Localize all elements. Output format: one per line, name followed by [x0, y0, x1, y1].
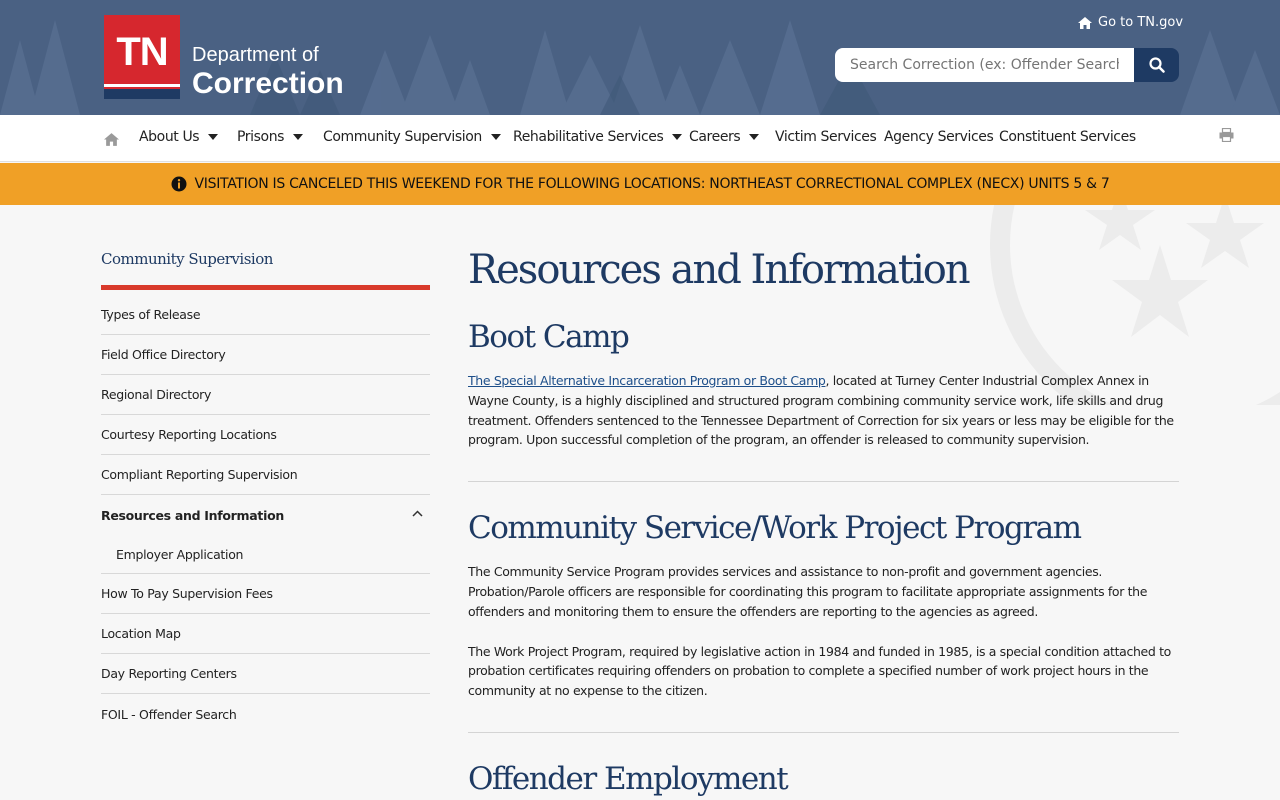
sidebar-item-label: Employer Application — [116, 546, 244, 562]
community-service-paragraph: The Community Service Program provides s… — [468, 564, 1148, 619]
search-input[interactable] — [835, 48, 1134, 82]
sidebar-item-label: Courtesy Reporting Locations — [101, 427, 277, 442]
search-icon — [1148, 57, 1165, 73]
nav-about-us-label: About Us — [139, 129, 200, 145]
print-button[interactable] — [1219, 127, 1234, 146]
section-heading-boot-camp: Boot Camp — [468, 319, 630, 355]
site-logo[interactable]: TN Department of Correction — [104, 15, 344, 99]
goto-tn-gov-label: Go to TN.gov — [1098, 15, 1184, 30]
department-name-line1: Department of — [192, 44, 319, 66]
nav-community-supervision-label: Community Supervision — [323, 129, 482, 145]
nav-careers[interactable]: Careers — [689, 129, 760, 145]
nav-victim-services-label: Victim Services — [775, 129, 877, 145]
boot-camp-link[interactable]: The Special Alternative Incarceration Pr… — [468, 373, 826, 388]
nav-rehabilitative-services-label: Rehabilitative Services — [513, 129, 664, 145]
section-heading-community-service: Community Service/Work Project Program — [468, 510, 1082, 547]
boot-camp-paragraph: The Special Alternative Incarceration Pr… — [468, 371, 1179, 450]
sidebar-item-label: Regional Directory — [101, 387, 212, 402]
sidebar-item-field-office-directory[interactable]: Field Office Directory — [101, 335, 430, 375]
caret-down-icon — [490, 134, 501, 140]
sidebar-item-location-map[interactable]: Location Map — [101, 614, 430, 654]
nav-prisons-label: Prisons — [237, 129, 285, 145]
main-content: Resources and Information Boot Camp The … — [468, 240, 1179, 795]
sidebar-title[interactable]: Community Supervision — [101, 250, 273, 268]
chevron-up-icon[interactable] — [412, 510, 423, 517]
main-navigation: About Us Prisons Community Supervision R… — [0, 115, 1280, 162]
sidebar-item-day-reporting-centers[interactable]: Day Reporting Centers — [101, 654, 430, 694]
search-bar — [835, 48, 1179, 82]
search-button[interactable] — [1134, 48, 1179, 82]
alert-text: VISITATION IS CANCELED THIS WEEKEND FOR … — [194, 176, 1110, 192]
sidebar-item-label: Compliant Reporting Supervision — [101, 467, 298, 482]
nav-rehabilitative-services[interactable]: Rehabilitative Services — [513, 129, 683, 145]
nav-agency-services[interactable]: Agency Services — [884, 129, 994, 145]
caret-down-icon — [293, 134, 304, 140]
sidebar-menu: Types of Release Field Office Directory … — [101, 295, 430, 734]
section-divider — [468, 731, 1179, 733]
sidebar-item-foil-offender-search[interactable]: FOIL - Offender Search — [101, 694, 430, 734]
section-heading-offender-employment: Offender Employment — [468, 760, 789, 797]
print-icon — [1219, 127, 1234, 143]
alert-banner: VISITATION IS CANCELED THIS WEEKEND FOR … — [0, 163, 1280, 205]
sidebar-item-courtesy-reporting-locations[interactable]: Courtesy Reporting Locations — [101, 415, 430, 455]
work-project-paragraph: The Work Project Program, required by le… — [468, 643, 1171, 699]
sidebar-item-label: FOIL - Offender Search — [101, 706, 237, 722]
sidebar-title-underline — [101, 285, 430, 290]
sidebar-item-resources-and-information[interactable]: Resources and Information — [101, 495, 430, 535]
caret-down-icon — [749, 134, 760, 140]
tn-logo-mark: TN — [104, 15, 180, 99]
nav-victim-services[interactable]: Victim Services — [775, 129, 877, 145]
site-header: TN Department of Correction Go to TN.gov — [0, 0, 1280, 115]
section-divider — [468, 481, 1179, 483]
sidebar-item-compliant-reporting-supervision[interactable]: Compliant Reporting Supervision — [101, 455, 430, 495]
home-icon — [104, 133, 119, 146]
nav-prisons[interactable]: Prisons — [237, 129, 304, 145]
caret-down-icon — [208, 134, 219, 140]
nav-about-us[interactable]: About Us — [139, 129, 219, 145]
sidebar-item-label: Field Office Directory — [101, 347, 226, 362]
home-icon — [1078, 16, 1092, 29]
nav-home-link[interactable] — [104, 131, 119, 150]
sidebar-item-label: Location Map — [101, 626, 181, 641]
goto-tn-gov-link[interactable]: Go to TN.gov — [1078, 15, 1183, 30]
department-name-line2: Correction — [192, 67, 344, 100]
sidebar-item-regional-directory[interactable]: Regional Directory — [101, 375, 430, 415]
nav-constituent-services-label: Constituent Services — [999, 129, 1136, 145]
sidebar-subitem-employer-application[interactable]: Employer Application — [101, 535, 430, 574]
nav-community-supervision[interactable]: Community Supervision — [323, 129, 501, 145]
info-icon — [171, 176, 187, 192]
nav-careers-label: Careers — [689, 129, 741, 145]
sidebar-item-label: Day Reporting Centers — [101, 666, 237, 681]
nav-agency-services-label: Agency Services — [884, 129, 994, 145]
page-title: Resources and Information — [468, 247, 971, 293]
sidebar-item-label: Types of Release — [101, 307, 201, 322]
sidebar-item-label: Resources and Information — [101, 507, 284, 523]
nav-constituent-services[interactable]: Constituent Services — [999, 129, 1136, 145]
sidebar-item-label: How To Pay Supervision Fees — [101, 586, 273, 601]
caret-down-icon — [672, 134, 683, 140]
sidebar-item-how-to-pay-supervision-fees[interactable]: How To Pay Supervision Fees — [101, 574, 430, 614]
sidebar-item-types-of-release[interactable]: Types of Release — [101, 295, 430, 335]
department-name: Department of Correction — [192, 45, 344, 99]
